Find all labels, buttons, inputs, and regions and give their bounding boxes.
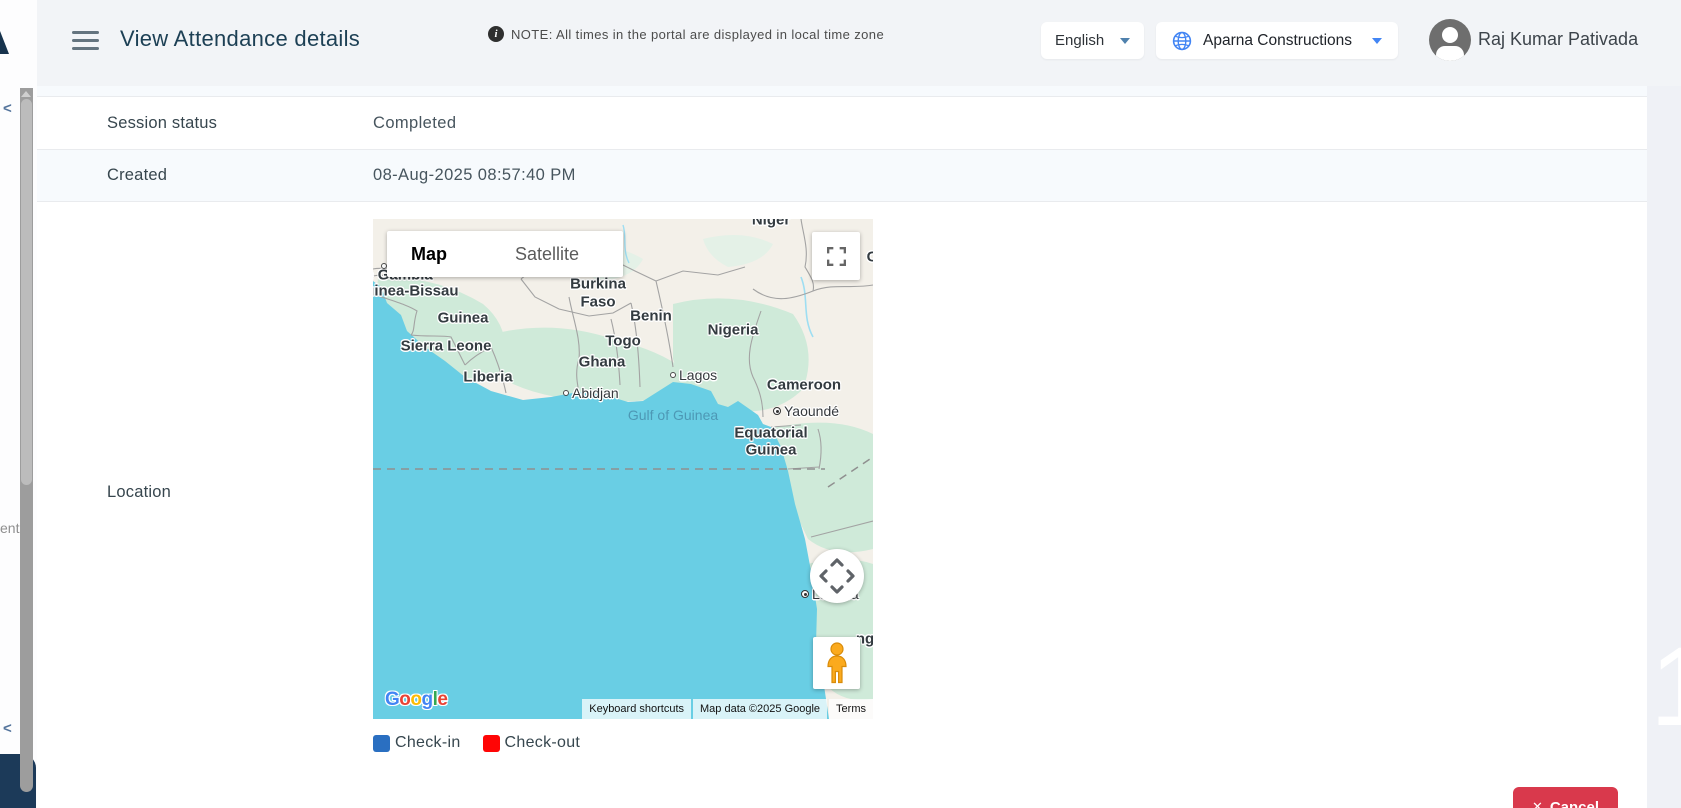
city-dot-icon [773,407,781,415]
collapse-chevron-bottom-icon[interactable]: < [3,720,12,737]
user-avatar[interactable] [1429,19,1471,61]
map-label-guinea: Guinea [438,310,489,327]
keyboard-shortcuts-link[interactable]: Keyboard shortcuts [582,699,691,719]
legend-item-checkin: Check-in [373,734,461,752]
app-logo-fragment [0,31,9,54]
right-gutter: 1 [1647,86,1681,808]
sidebar-item-fragment: ent [0,520,19,536]
map-label-togo: Togo [605,333,641,350]
map-label-niger: Niger [752,219,790,229]
map-label-liberia: Liberia [463,369,512,386]
map-label-sierra-leone: Sierra Leone [401,338,492,355]
session-status-label: Session status [37,114,373,133]
location-content: NigerCBurkinaFasoBeninNigeriae GambiaGui… [373,202,873,782]
city-dot-icon [670,372,676,378]
map-legend: Check-in Check-out [373,734,873,752]
location-label: Location [37,483,373,502]
fullscreen-button[interactable] [812,232,860,280]
map-label-guinea-bissau: Guinea-Bissau [373,283,459,300]
map-label-lagos: Lagos [670,367,717,383]
user-name: Raj Kumar Pativada [1478,29,1638,50]
close-icon: ✕ [1532,799,1543,808]
google-logo[interactable]: Google [385,689,447,711]
map-label-gulf-of-guinea: Gulf of Guinea [628,407,718,423]
map-type-map-button[interactable]: Map [387,231,471,277]
collapse-chevron-top-icon[interactable]: < [3,100,12,117]
sidebar-scrollbar[interactable] [20,88,33,792]
chevron-down-icon [1372,38,1382,44]
table-row-location: Location [37,202,1647,782]
timezone-note: i NOTE: All times in the portal are disp… [488,26,884,42]
map-type-satellite-button[interactable]: Satellite [471,231,623,277]
language-value: English [1055,32,1104,49]
info-icon: i [488,26,504,42]
terms-link[interactable]: Terms [829,699,873,719]
scrollbar-thumb[interactable] [21,99,32,485]
page-marker: 1 [1650,622,1681,751]
organization-dropdown[interactable]: Aparna Constructions [1156,22,1398,59]
pan-arrows-icon [810,549,864,603]
map-label-yaound-: Yaoundé [773,403,839,419]
legend-item-checkout: Check-out [483,734,581,752]
session-status-value: Completed [373,114,456,133]
globe-icon [1172,31,1192,51]
table-row-created: Created 08-Aug-2025 08:57:40 PM [37,150,1647,202]
pan-control[interactable] [810,549,864,603]
google-map[interactable]: NigerCBurkinaFasoBeninNigeriae GambiaGui… [373,219,873,719]
map-label-guinea: Guinea [746,442,797,459]
checkout-swatch-icon [483,735,500,752]
language-dropdown[interactable]: English [1041,22,1144,59]
chevron-down-icon [1120,38,1130,44]
cancel-button-label: Cancel [1550,799,1599,808]
table-row-partial [37,86,1647,97]
page-title: View Attendance details [120,26,360,52]
city-dot-icon [563,390,569,396]
checkout-label: Check-out [505,734,581,752]
checkin-label: Check-in [395,734,461,752]
map-label-benin: Benin [630,308,672,325]
map-type-control: Map Satellite [387,231,623,277]
map-attribution: Keyboard shortcuts Map data ©2025 Google… [582,699,873,719]
map-label-cameroon: Cameroon [767,377,841,394]
created-label: Created [37,166,373,185]
city-dot-icon [801,590,809,598]
collapsed-sidebar: ent < < [0,0,37,808]
map-label-nigeria: Nigeria [708,322,759,339]
map-label-abidjan: Abidjan [563,385,619,401]
scroll-up-icon[interactable] [21,91,31,97]
timezone-note-text: NOTE: All times in the portal are displa… [511,27,884,42]
map-label-faso: Faso [580,294,615,311]
street-view-pegman-button[interactable] [813,637,860,689]
map-data-text: Map data ©2025 Google [693,699,827,719]
checkin-swatch-icon [373,735,390,752]
pegman-icon [822,642,852,684]
cancel-button[interactable]: ✕ Cancel [1513,787,1618,808]
created-value: 08-Aug-2025 08:57:40 PM [373,166,576,185]
organization-value: Aparna Constructions [1203,32,1352,50]
table-row-session-status: Session status Completed [37,97,1647,150]
map-label-burkina: Burkina [570,276,626,293]
map-label-c: C [867,249,873,266]
map-label-equatorial: Equatorial [734,425,807,442]
fullscreen-icon [827,247,846,266]
hamburger-menu-icon[interactable] [72,31,99,50]
map-label-ghana: Ghana [579,354,626,371]
top-header: View Attendance details i NOTE: All time… [0,0,1681,86]
attendance-details-card: Session status Completed Created 08-Aug-… [37,86,1647,808]
